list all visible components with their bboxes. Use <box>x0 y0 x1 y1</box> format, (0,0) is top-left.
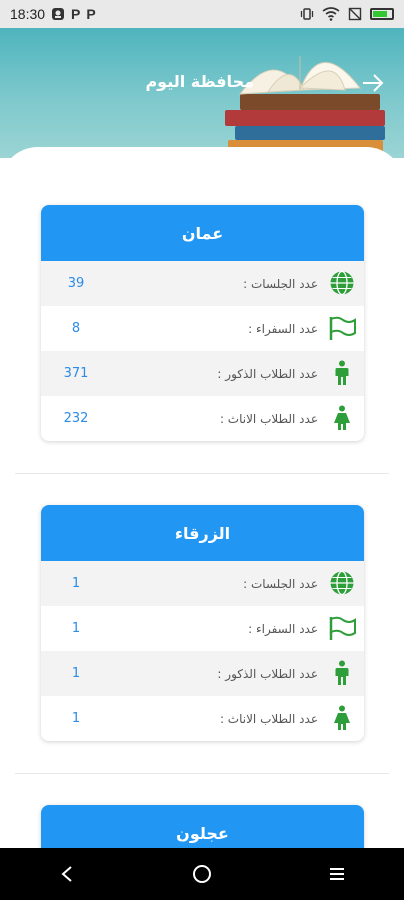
page-title: محافظة اليوم <box>145 72 254 91</box>
divider <box>15 773 389 774</box>
female-students-row: عدد الطلاب الاناث : 232 <box>41 396 364 441</box>
wifi-icon <box>322 7 340 21</box>
row-label: عدد السفراء : <box>248 621 318 636</box>
female-students-row: عدد الطلاب الاناث : 1 <box>41 696 364 741</box>
home-nav-icon[interactable] <box>172 854 232 894</box>
back-nav-icon[interactable] <box>37 854 97 894</box>
ambassadors-row: عدد السفراء : 1 <box>41 606 364 651</box>
female-icon <box>328 704 356 732</box>
flag-icon <box>328 314 356 342</box>
governorate-card: الزرقاء عدد الجلسات : 1 عدد السفراء : 1 … <box>41 505 364 741</box>
row-label: عدد الجلسات : <box>243 576 318 591</box>
divider <box>15 473 389 474</box>
row-value: 232 <box>63 411 89 426</box>
books-illustration <box>225 56 385 158</box>
p-notification-icon: P <box>86 6 96 22</box>
recents-nav-icon[interactable] <box>307 854 367 894</box>
row-value: 8 <box>71 321 81 336</box>
male-students-row: عدد الطلاب الذكور : 1 <box>41 651 364 696</box>
content-sheet: عمان عدد الجلسات : 39 عدد السفراء : 8 عد… <box>0 147 404 867</box>
mute-icon <box>348 7 362 21</box>
globe-icon <box>328 269 356 297</box>
male-icon <box>328 359 356 387</box>
row-value: 1 <box>71 576 81 591</box>
flag-icon <box>328 614 356 642</box>
arrow-right-icon[interactable] <box>362 73 384 97</box>
sessions-row: عدد الجلسات : 1 <box>41 561 364 606</box>
header-banner: محافظة اليوم <box>0 28 404 158</box>
battery-icon <box>370 8 394 20</box>
male-icon <box>328 659 356 687</box>
governorate-card: عمان عدد الجلسات : 39 عدد السفراء : 8 عد… <box>41 205 364 441</box>
row-label: عدد الطلاب الاناث : <box>219 711 318 726</box>
row-value: 39 <box>67 276 85 291</box>
ambassadors-row: عدد السفراء : 8 <box>41 306 364 351</box>
row-value: 1 <box>71 711 81 726</box>
male-students-row: عدد الطلاب الذكور : 371 <box>41 351 364 396</box>
card-title: عمان <box>41 205 364 261</box>
female-icon <box>328 404 356 432</box>
system-nav-bar <box>0 848 404 900</box>
card-title: الزرقاء <box>41 505 364 561</box>
globe-icon <box>328 569 356 597</box>
sessions-row: عدد الجلسات : 39 <box>41 261 364 306</box>
shield-icon <box>51 7 65 21</box>
row-value: 1 <box>71 666 81 681</box>
row-label: عدد الطلاب الذكور : <box>217 366 318 381</box>
row-label: عدد الجلسات : <box>243 276 318 291</box>
row-value: 371 <box>63 366 89 381</box>
row-label: عدد الطلاب الاناث : <box>219 411 318 426</box>
status-left: 18:30 P P <box>0 6 96 22</box>
row-label: عدد السفراء : <box>248 321 318 336</box>
status-time: 18:30 <box>10 6 46 22</box>
status-bar: 18:30 P P <box>0 0 404 28</box>
status-right <box>300 7 404 21</box>
row-value: 1 <box>71 621 81 636</box>
row-label: عدد الطلاب الذكور : <box>217 666 318 681</box>
p-notification-icon: P <box>71 6 81 22</box>
vibrate-icon <box>300 7 314 21</box>
